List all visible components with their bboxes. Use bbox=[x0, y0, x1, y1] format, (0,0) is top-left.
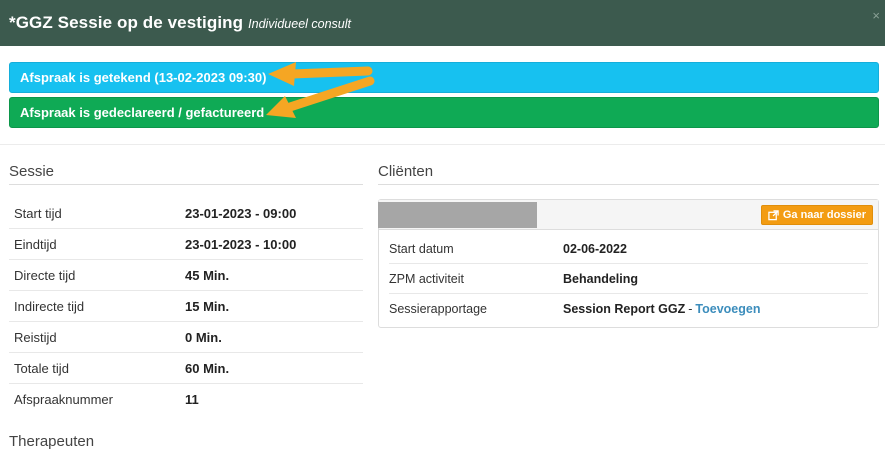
table-row: Directe tijd 45 Min. bbox=[9, 260, 363, 291]
table-row: Reistijd 0 Min. bbox=[9, 322, 363, 353]
row-label: Eindtijd bbox=[14, 236, 57, 252]
row-label: Start datum bbox=[389, 241, 454, 256]
table-row: Eindtijd 23-01-2023 - 10:00 bbox=[9, 229, 363, 260]
header-divider bbox=[0, 144, 885, 145]
session-details-table: Start tijd 23-01-2023 - 09:00 Eindtijd 2… bbox=[9, 198, 363, 415]
signed-alert-text: Afspraak is getekend (13-02-2023 09:30) bbox=[20, 70, 267, 85]
declared-alert: Afspraak is gedeclareerd / gefactureerd bbox=[9, 97, 879, 128]
modal-header: *GGZ Sessie op de vestiging Individueel … bbox=[0, 0, 885, 46]
row-label: Directe tijd bbox=[14, 267, 76, 283]
table-row: ZPM activiteit Behandeling bbox=[389, 264, 868, 294]
client-panel-header: Ga naar dossier bbox=[378, 200, 878, 230]
clienten-section-title: Cliënten bbox=[378, 163, 434, 180]
sessie-section-title: Sessie bbox=[9, 163, 55, 180]
modal-subtitle: Individueel consult bbox=[248, 17, 352, 31]
row-value: 02-06-2022 bbox=[563, 241, 627, 256]
row-label: Indirecte tijd bbox=[14, 298, 85, 314]
row-value: 0 Min. bbox=[185, 329, 222, 345]
table-row: Start datum 02-06-2022 bbox=[389, 234, 868, 264]
external-link-icon bbox=[768, 209, 779, 221]
row-value: 15 Min. bbox=[185, 298, 230, 314]
row-value: 23-01-2023 - 10:00 bbox=[185, 236, 297, 252]
clienten-section-rule bbox=[378, 184, 879, 185]
row-label: Reistijd bbox=[14, 329, 57, 345]
client-details: Start datum 02-06-2022 ZPM activiteit Be… bbox=[379, 230, 878, 324]
therapeuten-section-title: Therapeuten bbox=[9, 433, 95, 450]
row-value: Behandeling bbox=[563, 271, 639, 286]
add-report-link[interactable]: Toevoegen bbox=[695, 302, 760, 316]
declared-alert-text: Afspraak is gedeclareerd / gefactureerd bbox=[20, 105, 265, 120]
row-label: Start tijd bbox=[14, 205, 62, 221]
modal-title: *GGZ Sessie op de vestiging bbox=[9, 13, 244, 32]
signed-alert: Afspraak is getekend (13-02-2023 09:30) bbox=[9, 62, 879, 93]
report-separator: - bbox=[688, 302, 693, 316]
table-row: Start tijd 23-01-2023 - 09:00 bbox=[9, 198, 363, 229]
table-row: Indirecte tijd 15 Min. bbox=[9, 291, 363, 322]
row-value: 23-01-2023 - 09:00 bbox=[185, 205, 297, 221]
session-report-name: Session Report GGZ bbox=[563, 302, 686, 316]
row-label: Afspraaknummer bbox=[14, 392, 113, 407]
row-value: 60 Min. bbox=[185, 360, 230, 376]
redacted-client-name bbox=[378, 202, 537, 228]
sessie-section-rule bbox=[9, 184, 363, 185]
row-value: 11 bbox=[185, 392, 199, 407]
go-to-dossier-button[interactable]: Ga naar dossier bbox=[760, 205, 873, 225]
client-panel: Ga naar dossier Start datum 02-06-2022 Z… bbox=[378, 199, 879, 328]
row-label: Totale tijd bbox=[14, 360, 69, 376]
row-label: Sessierapportage bbox=[389, 302, 487, 316]
row-label: ZPM activiteit bbox=[389, 271, 465, 286]
go-to-dossier-label: Ga naar dossier bbox=[782, 209, 866, 221]
close-icon[interactable]: × bbox=[872, 8, 880, 23]
table-row: Totale tijd 60 Min. bbox=[9, 353, 363, 384]
table-row: Sessierapportage Session Report GGZ - To… bbox=[389, 294, 868, 324]
table-row: Afspraaknummer 11 bbox=[9, 384, 363, 415]
row-value: 45 Min. bbox=[185, 267, 230, 283]
